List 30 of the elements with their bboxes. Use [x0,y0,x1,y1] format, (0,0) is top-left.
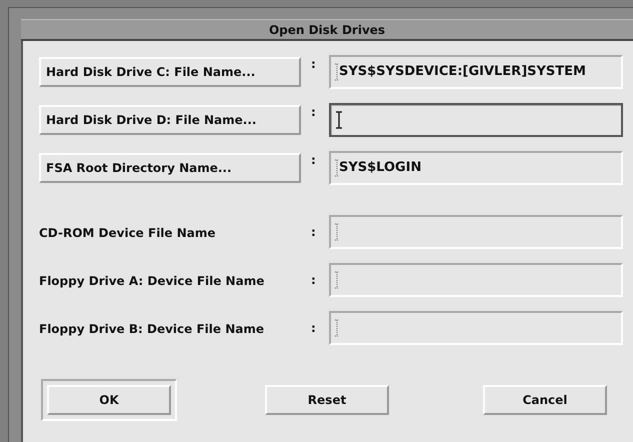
field-value: SYS$SYSDEVICE:[GIVLER]SYSTEM [339,63,586,82]
text-field[interactable]: SYS$LOGIN [329,151,623,185]
file-name-button[interactable]: Hard Disk Drive C: File Name... [39,57,301,87]
text-cursor-icon [335,111,343,129]
field-value: SYS$LOGIN [339,159,422,178]
text-cursor-icon [335,271,339,289]
colon-separator: : [311,152,317,169]
text-cursor-icon [335,63,339,81]
dialog-button[interactable]: Reset [265,385,389,415]
colon-separator: : [311,320,317,337]
colon-separator: : [311,56,317,73]
colon-separator: : [311,272,317,289]
dialog-button[interactable]: Cancel [483,385,607,415]
text-cursor-icon [335,159,339,177]
text-cursor-icon [335,223,339,241]
window-title: Open Disk Drives [268,22,386,38]
colon-separator: : [311,224,317,241]
file-name-button[interactable]: FSA Root Directory Name... [39,153,301,183]
field-label: Floppy Drive A: Device File Name [39,274,264,288]
text-field[interactable] [329,263,623,297]
text-field[interactable] [329,215,623,249]
field-label: CD-ROM Device File Name [39,226,216,240]
dialog-button[interactable]: OK [41,379,177,421]
text-field[interactable] [329,103,623,137]
file-name-button[interactable]: Hard Disk Drive D: File Name... [39,105,301,135]
colon-separator: : [311,104,317,121]
text-field[interactable]: SYS$SYSDEVICE:[GIVLER]SYSTEM [329,55,623,89]
field-label: Floppy Drive B: Device File Name [39,322,264,336]
text-cursor-icon [335,319,339,337]
text-field[interactable] [329,311,623,345]
